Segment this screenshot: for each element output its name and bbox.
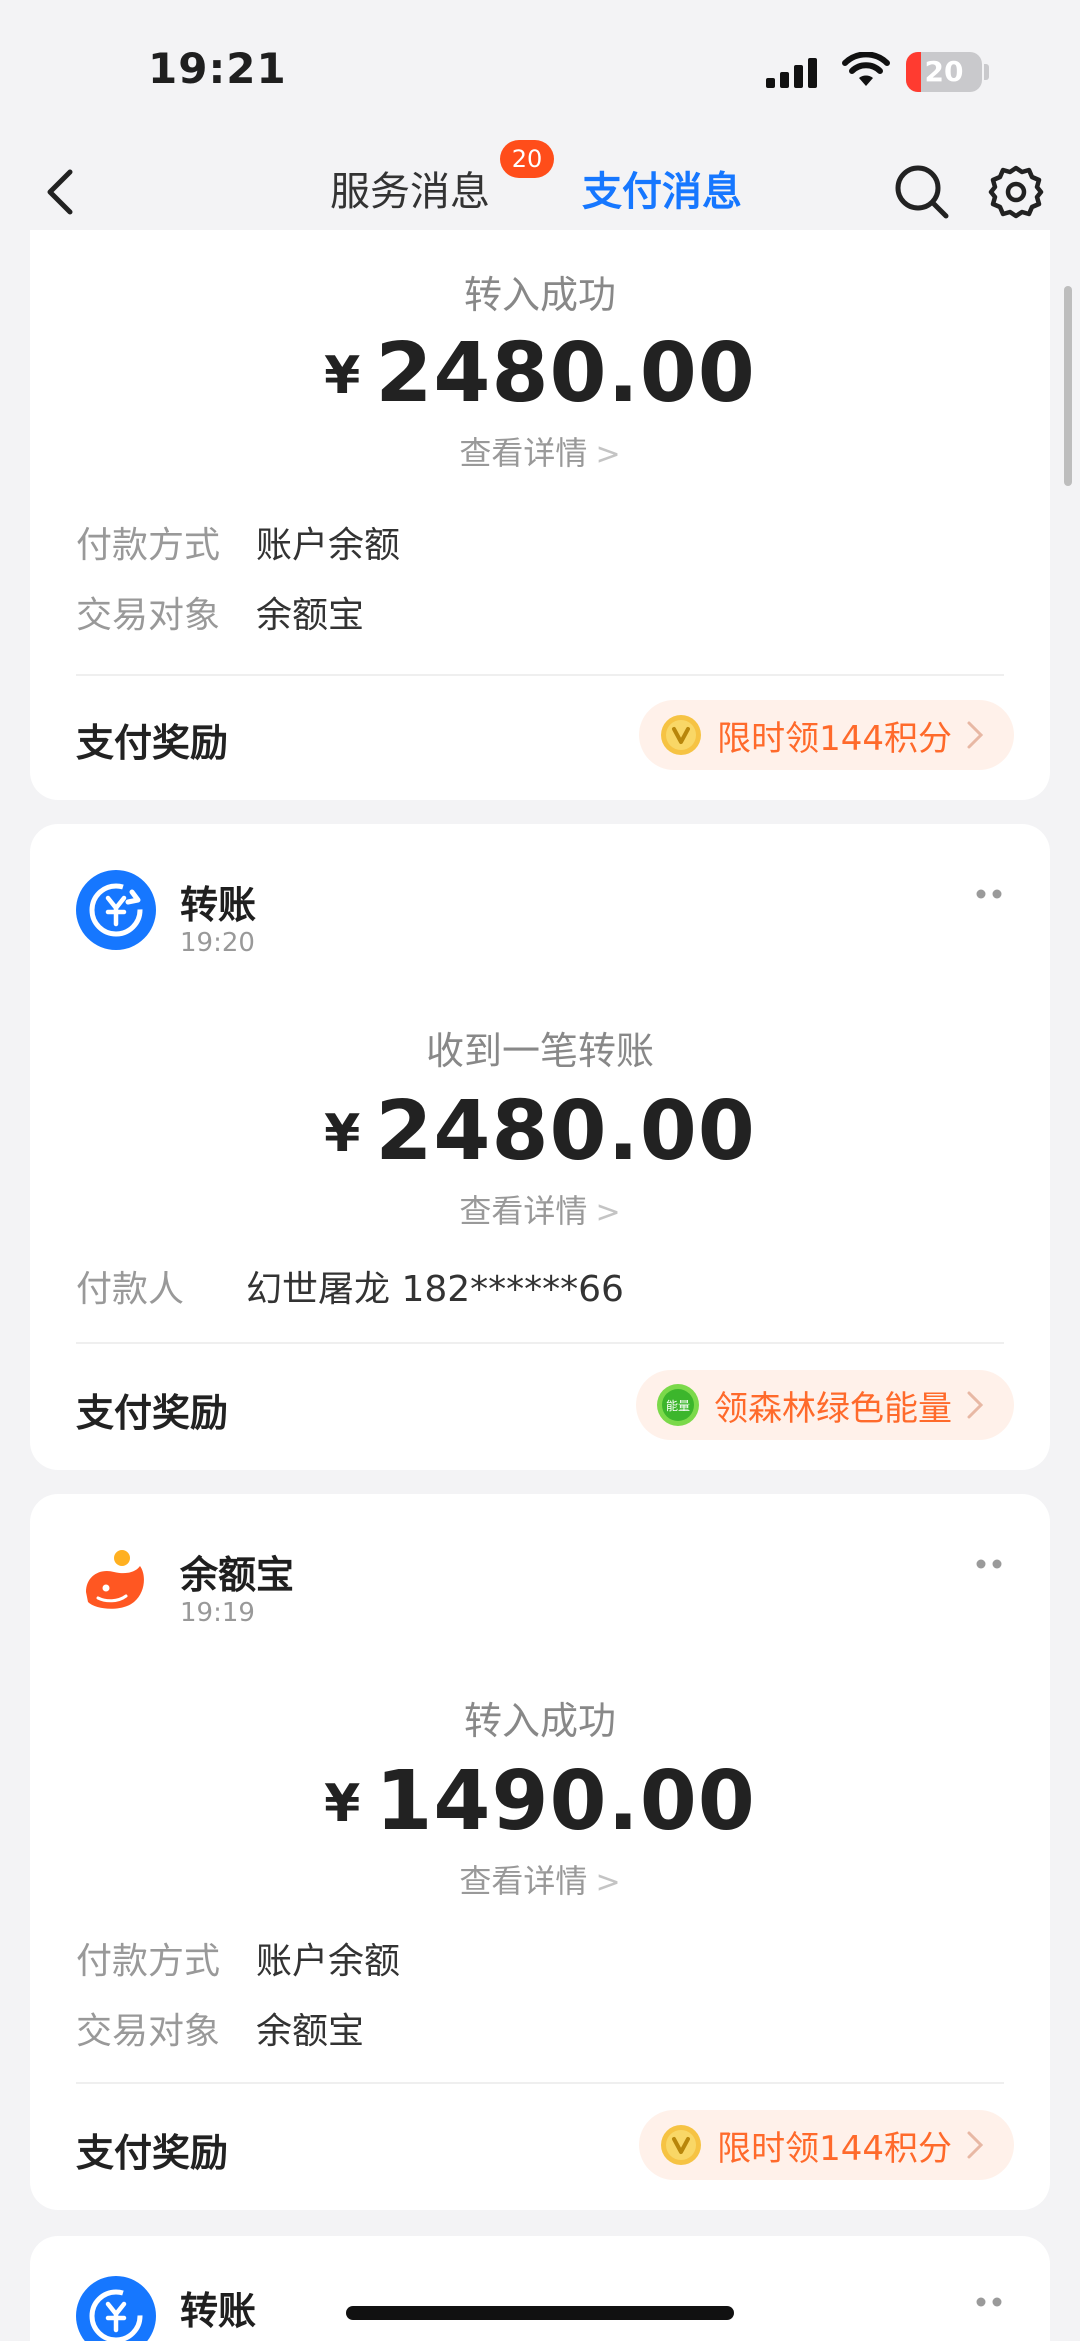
chevron-right-icon: > [595, 1865, 621, 1900]
info-row-counterparty: 交易对象 余额宝 [76, 2002, 364, 2054]
info-value: 余额宝 [256, 595, 365, 636]
unread-badge: 20 [500, 140, 554, 178]
transfer-icon [76, 870, 156, 950]
message-time: 19:19 [180, 1598, 255, 1628]
tab-service-messages[interactable]: 服务消息 [330, 166, 490, 218]
chevron-right-icon [967, 1391, 984, 1419]
reward-label: 支付奖励 [76, 1391, 229, 1435]
more-options-icon[interactable] [974, 1558, 1004, 1570]
info-key: 交易对象 [76, 595, 221, 636]
info-row-payment-method: 付款方式 账户余额 [76, 1932, 400, 1984]
battery-percent: 20 [924, 55, 964, 88]
gear-icon[interactable] [986, 162, 1046, 222]
view-details-link[interactable]: 查看详情 > [30, 1186, 1050, 1232]
transfer-icon [76, 2276, 156, 2341]
reward-pill[interactable]: 限时领144积分 [639, 2110, 1014, 2180]
app-name: 转账 [180, 2289, 257, 2333]
payment-card[interactable]: 转账 19:20 收到一笔转账 ¥2480.00 查看详情 > 付款人 幻世屠龙 1… [30, 824, 1050, 1470]
home-indicator[interactable] [346, 2306, 734, 2320]
battery-icon: 20 [906, 52, 982, 92]
info-row-payer: 付款人 幻世屠龙 182******66 [76, 1260, 624, 1312]
search-icon[interactable] [892, 162, 952, 222]
reward-label: 支付奖励 [76, 2131, 229, 2175]
reward-text: 领森林绿色能量 [714, 1388, 952, 1429]
view-details-label: 查看详情 [459, 1862, 588, 1900]
green-energy-icon: 能量 [657, 1384, 699, 1426]
card-title: 收到一笔转账 [425, 1029, 654, 1073]
chevron-right-icon: > [595, 437, 621, 472]
currency-symbol: ¥ [324, 1774, 362, 1834]
payment-card[interactable]: 余额宝 19:19 转入成功 ¥1490.00 查看详情 > 付款方式 账户余额 交… [30, 1494, 1050, 2210]
info-value: 账户余额 [256, 525, 401, 566]
info-key: 付款方式 [76, 1941, 221, 1982]
amount: ¥1490.00 [30, 1754, 1050, 1849]
app-name: 转账 [180, 883, 257, 927]
status-bar: 19:21 20 [0, 0, 1080, 140]
reward-label: 支付奖励 [76, 721, 229, 765]
app-name: 余额宝 [180, 1553, 295, 1597]
yuebao-icon [86, 1550, 144, 1609]
nav-bar: 服务消息 20 支付消息 [0, 140, 1080, 244]
amount: ¥2480.00 [30, 1084, 1050, 1179]
wifi-icon [842, 52, 890, 86]
scrollbar[interactable] [1064, 286, 1072, 486]
more-options-icon[interactable] [974, 888, 1004, 900]
card-title: 转入成功 [463, 1699, 616, 1743]
info-row-payment-method: 付款方式 账户余额 [76, 516, 400, 568]
view-details-label: 查看详情 [459, 1192, 588, 1230]
reward-text: 限时领144积分 [717, 718, 952, 759]
reward-text: 限时领144积分 [717, 2128, 952, 2169]
card-title: 转入成功 [463, 273, 616, 317]
status-time: 19:21 [148, 44, 287, 93]
info-key: 交易对象 [76, 2011, 221, 2052]
divider [76, 2082, 1004, 2084]
battery-cap [984, 64, 989, 80]
payment-card[interactable]: 转入成功 ¥2480.00 查看详情 > 付款方式 账户余额 交易对象 余额宝 支付奖… [30, 230, 1050, 800]
info-value: 余额宝 [256, 2011, 365, 2052]
message-time: 19:20 [180, 928, 255, 958]
divider [76, 674, 1004, 676]
info-value: 账户余额 [256, 1941, 401, 1982]
cellular-signal-icon [766, 58, 817, 88]
more-options-icon[interactable] [974, 2296, 1004, 2308]
info-value: 幻世屠龙 182******66 [246, 1269, 624, 1310]
chevron-right-icon [967, 2131, 984, 2159]
reward-pill[interactable]: 限时领144积分 [639, 700, 1014, 770]
info-key: 付款方式 [76, 525, 221, 566]
view-details-link[interactable]: 查看详情 > [30, 1856, 1050, 1902]
chevron-right-icon: > [595, 1195, 621, 1230]
view-details-label: 查看详情 [459, 434, 588, 472]
currency-symbol: ¥ [324, 346, 362, 406]
view-details-link[interactable]: 查看详情 > [30, 428, 1050, 474]
back-arrow-icon[interactable] [32, 162, 92, 222]
amount-value: 1490.00 [375, 1754, 756, 1849]
tab-payment-messages[interactable]: 支付消息 [582, 166, 742, 218]
reward-pill[interactable]: 能量 领森林绿色能量 [636, 1370, 1014, 1440]
points-coin-icon [661, 715, 702, 755]
points-coin-icon [661, 2125, 702, 2165]
amount: ¥2480.00 [30, 326, 1050, 421]
amount-value: 2480.00 [375, 326, 756, 421]
energy-icon-label: 能量 [666, 1399, 690, 1413]
currency-symbol: ¥ [324, 1104, 362, 1164]
chevron-right-icon [967, 721, 984, 749]
divider [76, 1342, 1004, 1344]
info-row-counterparty: 交易对象 余额宝 [76, 586, 364, 638]
payment-card[interactable]: 转账 [30, 2236, 1050, 2341]
info-key: 付款人 [76, 1269, 185, 1310]
amount-value: 2480.00 [375, 1084, 756, 1179]
